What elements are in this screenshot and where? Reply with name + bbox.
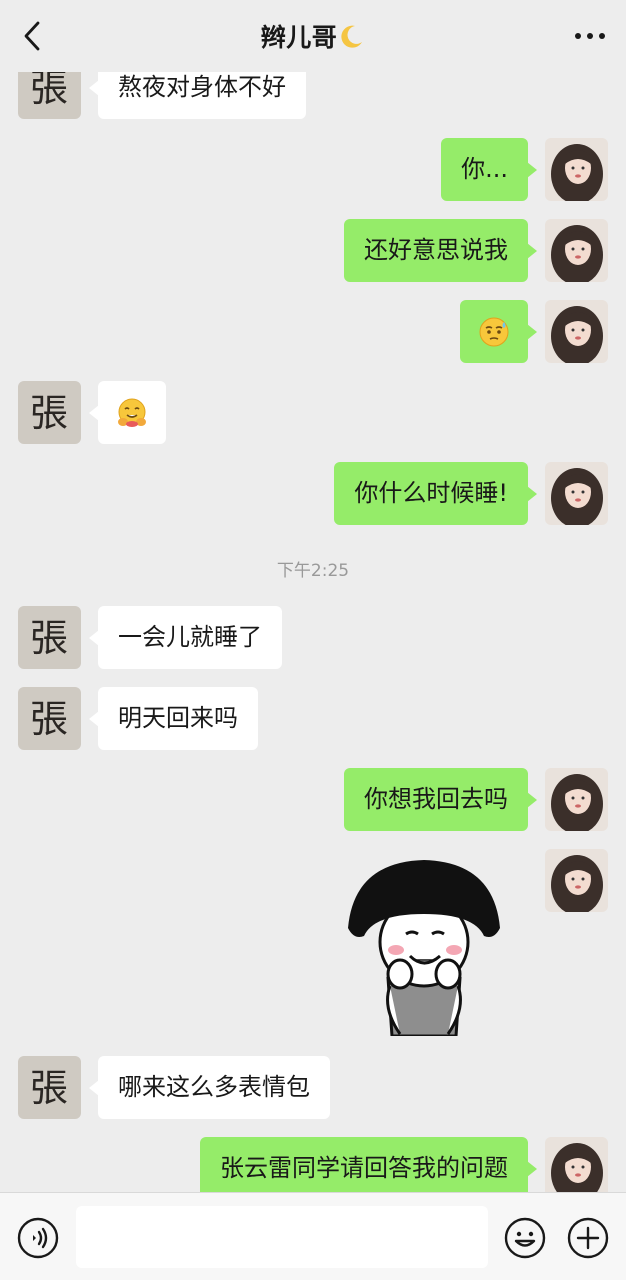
message-row: 張 xyxy=(0,381,626,445)
self-avatar[interactable] xyxy=(545,1137,608,1192)
self-avatar[interactable] xyxy=(545,462,608,525)
message-row: 你想我回去吗 xyxy=(0,768,626,832)
message-row: 还好意思说我 xyxy=(0,219,626,283)
message-bubble[interactable]: 张云雷同学请回答我的问题 xyxy=(200,1137,537,1192)
message-row: 張 明天回来吗 xyxy=(0,687,626,751)
contact-avatar[interactable]: 張 xyxy=(18,1056,81,1119)
message-bubble[interactable]: 还好意思说我 xyxy=(344,219,537,282)
message-bubble[interactable]: 明天回来吗 xyxy=(89,687,258,750)
message-row xyxy=(0,849,626,913)
chevron-left-icon xyxy=(24,21,40,51)
input-bar xyxy=(0,1192,626,1280)
message-row: 你... xyxy=(0,138,626,202)
svg-text:張: 張 xyxy=(30,66,68,110)
message-bubble[interactable]: 一会儿就睡了 xyxy=(89,606,282,669)
message-row xyxy=(0,300,626,364)
message-row: 张云雷同学请回答我的问题 xyxy=(0,1137,626,1192)
emoji-button[interactable] xyxy=(504,1217,546,1259)
plus-icon xyxy=(567,1217,609,1259)
message-input[interactable] xyxy=(76,1206,488,1268)
more-functions-button[interactable] xyxy=(567,1217,609,1259)
chat-title: 辫儿哥 xyxy=(261,18,366,54)
back-button[interactable] xyxy=(18,20,46,52)
message-bubble[interactable]: 你什么时候睡! xyxy=(334,462,537,525)
chat-title-text: 辫儿哥 xyxy=(260,23,338,52)
voice-icon xyxy=(17,1217,59,1259)
emoji-message-bubble[interactable] xyxy=(460,300,537,363)
self-avatar[interactable] xyxy=(545,138,608,201)
message-bubble[interactable]: 哪来这么多表情包 xyxy=(89,1056,330,1119)
chat-area[interactable]: 張 熬夜对身体不好 你... 还好意思说我 張 你什么时候睡! 下午2:25 張… xyxy=(0,0,626,1192)
message-timestamp: 下午2:25 xyxy=(276,561,350,581)
contact-avatar[interactable]: 張 xyxy=(18,381,81,444)
message-bubble[interactable]: 你... xyxy=(441,138,537,201)
voice-input-button[interactable] xyxy=(17,1217,59,1259)
more-options-button[interactable] xyxy=(572,24,608,48)
chat-header: 辫儿哥 xyxy=(0,0,626,72)
svg-text:張: 張 xyxy=(30,616,68,660)
meme-sticker[interactable] xyxy=(344,858,504,1038)
self-avatar[interactable] xyxy=(545,219,608,282)
emoji-message-bubble[interactable] xyxy=(89,381,166,444)
hugging-face-emoji-icon xyxy=(118,398,146,427)
contact-avatar[interactable]: 張 xyxy=(18,687,81,750)
contact-avatar[interactable]: 張 xyxy=(18,606,81,669)
self-avatar[interactable] xyxy=(545,849,608,912)
crescent-moon-icon xyxy=(341,25,363,48)
message-row: 張 一会儿就睡了 xyxy=(0,606,626,670)
more-dots-icon xyxy=(575,33,605,39)
self-avatar[interactable] xyxy=(545,768,608,831)
svg-text:張: 張 xyxy=(30,1066,68,1110)
smiley-icon xyxy=(504,1217,546,1259)
svg-text:張: 張 xyxy=(30,697,68,741)
message-row: 張 哪来这么多表情包 xyxy=(0,1056,626,1120)
anxious-sweat-emoji-icon xyxy=(479,317,509,346)
self-avatar[interactable] xyxy=(545,300,608,363)
message-bubble[interactable]: 你想我回去吗 xyxy=(344,768,537,831)
message-row: 你什么时候睡! xyxy=(0,462,626,526)
svg-text:張: 張 xyxy=(30,391,68,435)
